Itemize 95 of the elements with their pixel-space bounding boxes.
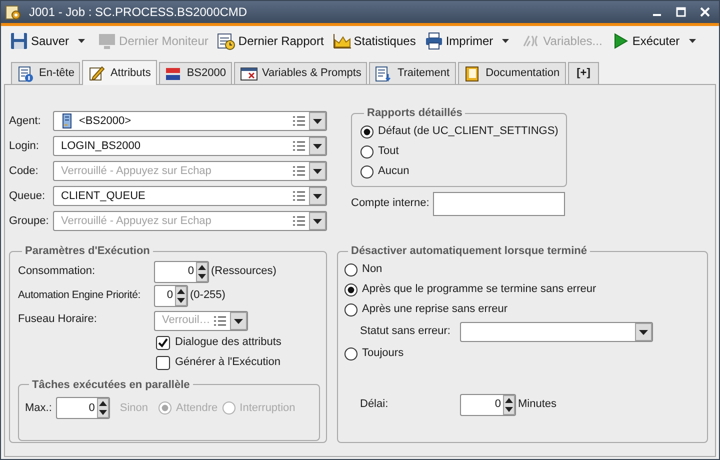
combo-field[interactable]: <BS2000> xyxy=(53,111,327,131)
list-icon[interactable] xyxy=(213,314,227,326)
dropdown-button[interactable] xyxy=(309,212,326,230)
spinner-arrows-icon[interactable] xyxy=(196,262,208,282)
window-title: J001 - Job : SC.PROCESS.BS2000CMD xyxy=(29,4,248,21)
group-title: Rapports détaillés xyxy=(366,106,464,121)
unit-label: (0-255) xyxy=(190,288,226,304)
field-label: Code: xyxy=(9,164,40,179)
toolbar-button[interactable]: Dernier Rapport xyxy=(216,29,325,53)
checkbox[interactable] xyxy=(156,356,170,370)
radio-button[interactable] xyxy=(344,302,358,316)
field-label: Groupe: xyxy=(9,214,50,229)
radio-button[interactable] xyxy=(344,282,358,296)
radio-button[interactable] xyxy=(360,164,374,178)
toolbar-button[interactable]: Sauver xyxy=(9,29,70,53)
text-field[interactable] xyxy=(433,192,566,216)
floppy-icon xyxy=(10,32,28,50)
dropdown-button[interactable] xyxy=(230,312,247,330)
job-gear-icon xyxy=(5,4,21,20)
report-clock-icon xyxy=(217,32,236,50)
field-label: Statut sans erreur: xyxy=(360,324,452,340)
area-chart-icon xyxy=(332,32,351,50)
dropdown-button[interactable] xyxy=(309,112,326,130)
field-label: Sinon xyxy=(120,400,148,416)
toolbar-button[interactable]: Statistiques xyxy=(332,29,417,53)
field-label: Délai: xyxy=(360,397,390,412)
radio-label: Non xyxy=(362,262,382,278)
dropdown-button[interactable] xyxy=(309,137,326,155)
tab[interactable]: Attributs xyxy=(82,60,157,85)
tab[interactable]: En-tête xyxy=(11,62,80,84)
dropdown-button[interactable] xyxy=(635,322,652,340)
unit-label: (Ressources) xyxy=(211,264,276,280)
pencil-document-icon xyxy=(88,65,106,81)
tab[interactable]: Documentation xyxy=(458,62,566,84)
list-icon[interactable] xyxy=(292,115,306,127)
spinner-arrows-icon[interactable] xyxy=(175,286,187,306)
radio-label: Tout xyxy=(378,144,399,160)
field-label: Compte interne: xyxy=(351,196,430,212)
radio-label: Toujours xyxy=(362,346,404,362)
spinner-arrows-icon[interactable] xyxy=(96,398,109,418)
spin-field[interactable]: 0 xyxy=(154,260,209,282)
list-arrow-icon xyxy=(375,66,394,82)
radio-label: Interruption xyxy=(240,400,296,416)
tab[interactable]: [+] xyxy=(568,62,600,84)
dropdown-field[interactable] xyxy=(460,322,653,342)
radio-button[interactable] xyxy=(360,144,374,158)
field-label: Automation Engine Priorité: xyxy=(18,288,142,303)
radio-button[interactable] xyxy=(360,124,374,138)
group-title: Tâches exécutées en parallèle xyxy=(31,378,191,392)
field-label: Agent: xyxy=(9,114,42,129)
tab[interactable]: Traitement xyxy=(369,62,456,84)
radio-label: Après que le programme se termine sans erreur xyxy=(362,282,596,298)
radio-label: Défaut (de UC_CLIENT_SETTINGS) xyxy=(378,124,558,140)
group-title: Paramètres d'Exécution xyxy=(24,244,151,259)
radio-label: Attendre xyxy=(176,400,218,416)
combo-field[interactable]: CLIENT_QUEUE xyxy=(53,186,327,206)
list-icon[interactable] xyxy=(292,140,306,152)
field-label: Login: xyxy=(9,138,40,154)
radio-label: Aucun xyxy=(378,164,410,180)
field-label: Queue: xyxy=(9,188,46,204)
radio-label: Après une reprise sans erreur xyxy=(362,302,508,318)
unit-label: Minutes xyxy=(518,397,557,412)
bs2000-logo-icon xyxy=(164,66,183,82)
tab[interactable]: BS2000 xyxy=(158,62,232,84)
variable-window-icon xyxy=(240,66,258,82)
field-label: Max.: xyxy=(25,400,52,416)
combo-field[interactable]: LOGIN_BS2000 xyxy=(53,136,327,156)
dropdown-button[interactable] xyxy=(309,162,326,180)
spin-field[interactable]: 0 xyxy=(154,284,188,306)
list-icon[interactable] xyxy=(292,165,306,177)
spin-field[interactable]: 0 xyxy=(460,394,516,416)
spinner-arrows-icon[interactable] xyxy=(503,394,515,414)
radio-button[interactable] xyxy=(344,346,358,360)
caret-icon[interactable] xyxy=(501,38,510,44)
document-info-icon xyxy=(17,66,35,82)
printer-icon xyxy=(424,32,443,50)
radio-button[interactable] xyxy=(344,262,358,276)
group-title: Désactiver automatiquement lorsque terminé xyxy=(350,244,588,259)
caret-icon[interactable] xyxy=(77,38,86,44)
dropdown-button[interactable] xyxy=(309,187,326,205)
field-label: Fuseau Horaire: xyxy=(18,312,98,328)
checkbox-label: Générer à l'Exécution xyxy=(175,355,280,370)
checkbox[interactable] xyxy=(156,336,170,350)
tab[interactable]: Variables & Prompts xyxy=(234,62,368,84)
caret-icon[interactable] xyxy=(688,38,697,44)
maximize-icon[interactable] xyxy=(675,6,687,18)
field-label: Consommation: xyxy=(18,264,96,280)
checkbox-label: Dialogue des attributs xyxy=(175,335,282,350)
monitor-icon xyxy=(98,32,116,50)
list-icon[interactable] xyxy=(292,190,306,202)
close-icon[interactable] xyxy=(699,6,711,18)
toolbar-button[interactable]: Exécuter xyxy=(610,29,681,53)
toolbar-button[interactable]: Imprimer xyxy=(424,29,494,53)
list-icon[interactable] xyxy=(292,215,306,227)
server-icon xyxy=(62,113,72,129)
